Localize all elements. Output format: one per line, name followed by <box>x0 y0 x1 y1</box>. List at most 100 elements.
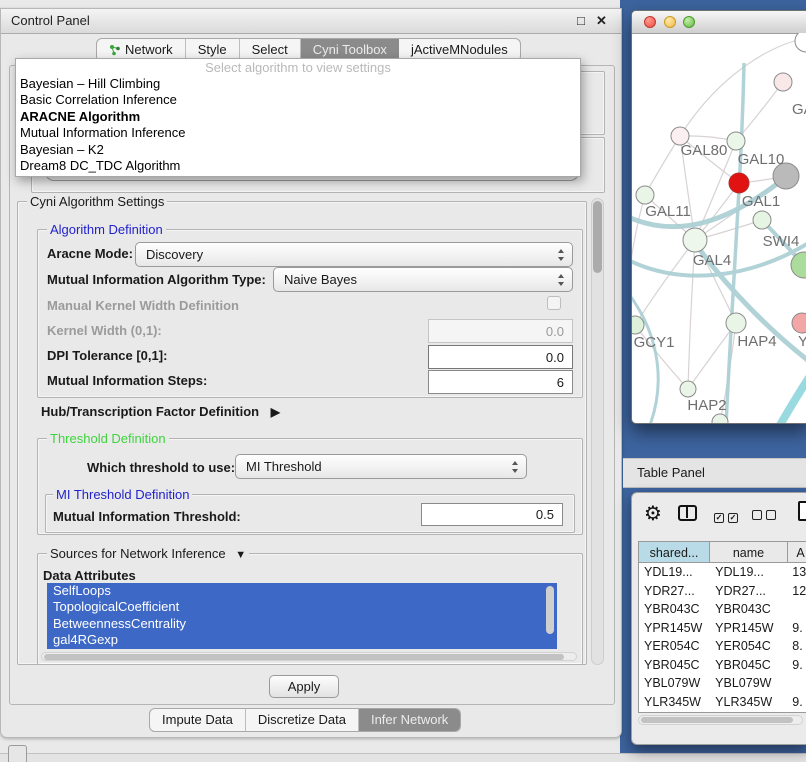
application-root: Control Panel □ ✕ Network Style Select C… <box>0 0 806 762</box>
column-header-name[interactable]: name <box>710 541 788 563</box>
list-item[interactable]: BetweennessCentrality <box>47 616 557 632</box>
mi-threshold-definition-title: MI Threshold Definition <box>53 487 192 502</box>
table-panel-window: ⚙ ✓✓ shared... name A YDL19...YDL19...13… <box>631 492 806 745</box>
select-all-icon[interactable]: ✓✓ <box>714 508 742 523</box>
float-window-icon[interactable]: □ <box>577 13 585 28</box>
tab-label: Discretize Data <box>258 709 346 731</box>
columns-icon[interactable] <box>678 505 697 521</box>
network-node[interactable] <box>727 132 745 150</box>
network-node[interactable] <box>680 381 696 397</box>
list-item[interactable]: gal4RGexp <box>47 632 557 648</box>
network-node[interactable] <box>753 211 771 229</box>
tab-infer-network[interactable]: Infer Network <box>359 709 460 731</box>
aracne-mode-combobox[interactable]: Discovery <box>135 242 573 267</box>
tab-impute-data[interactable]: Impute Data <box>150 709 246 731</box>
mi-steps-field[interactable]: 6 <box>428 370 573 394</box>
algorithm-option-highlighted[interactable]: ARACNE Algorithm <box>16 109 580 125</box>
algorithm-option[interactable]: Mutual Information Inference <box>16 125 580 141</box>
table-row[interactable]: YBL079WYBL079W <box>639 674 806 693</box>
algorithm-option[interactable]: Basic Correlation Inference <box>16 92 580 108</box>
table-row[interactable]: YBR045CYBR045C9. <box>639 656 806 675</box>
manual-kernel-width-checkbox[interactable] <box>547 296 561 310</box>
network-view-window[interactable]: GAL GAL80 GAL10 GAL1 GAL11 SWI4 GAL4 GCY… <box>631 10 806 424</box>
mi-algorithm-type-combobox[interactable]: Naive Bayes <box>273 267 573 292</box>
list-item[interactable]: TopologicalCoefficient <box>47 599 557 615</box>
minimized-panel-icon[interactable] <box>8 745 27 762</box>
list-horizontal-scrollbar[interactable] <box>41 652 577 661</box>
tab-label: Impute Data <box>162 709 233 731</box>
node-label: GAL11 <box>645 203 691 220</box>
apply-button-label: Apply <box>288 679 321 694</box>
table-horizontal-scrollbar[interactable] <box>638 715 803 725</box>
dpi-tolerance-field[interactable]: 0.0 <box>428 345 573 369</box>
node-label: GAL4 <box>693 252 731 269</box>
tab-discretize-data[interactable]: Discretize Data <box>246 709 359 731</box>
settings-scrollbar[interactable] <box>591 198 604 665</box>
cyni-algorithm-settings-title: Cyni Algorithm Settings <box>27 194 167 209</box>
aracne-mode-value: Discovery <box>146 247 203 262</box>
which-threshold-value: MI Threshold <box>246 459 322 474</box>
export-table-icon[interactable] <box>798 501 806 521</box>
close-window-icon[interactable]: ✕ <box>596 13 607 29</box>
table-row[interactable]: YER054CYER054C8. <box>639 637 806 656</box>
table-horizontal-scrollbar-thumb[interactable] <box>641 717 793 723</box>
table-row[interactable]: YPR145WYPR145W9. <box>639 619 806 638</box>
network-node-selected[interactable] <box>729 173 749 193</box>
table-row[interactable]: YDR27...YDR27...12 <box>639 582 806 601</box>
chevron-down-icon[interactable]: ▼ <box>235 549 246 561</box>
tab-label: Infer Network <box>371 709 448 731</box>
chevron-right-icon[interactable]: ▶ <box>271 405 280 419</box>
stepper-icon <box>557 273 566 287</box>
network-node[interactable] <box>795 33 806 52</box>
mi-threshold-value: 0.5 <box>536 507 554 522</box>
data-attributes-label: Data Attributes <box>43 568 136 583</box>
stepper-icon <box>557 248 566 262</box>
control-panel-window: Control Panel □ ✕ Network Style Select C… <box>0 8 622 738</box>
kernel-width-field: 0.0 <box>428 319 573 343</box>
column-header-partial[interactable]: A <box>788 541 806 563</box>
hub-definition-toggle[interactable]: Hub/Transcription Factor Definition ▶ <box>41 404 280 419</box>
dpi-tolerance-label: DPI Tolerance [0,1]: <box>47 348 167 363</box>
table-row[interactable]: YLR345WYLR345W9. <box>639 693 806 712</box>
table-row[interactable]: YBR043CYBR043C <box>639 600 806 619</box>
node-label: SWI4 <box>763 233 800 250</box>
column-header-shared-name[interactable]: shared... <box>638 541 710 563</box>
gear-icon[interactable]: ⚙ <box>644 501 662 525</box>
list-horizontal-scrollbar-thumb[interactable] <box>44 654 564 660</box>
table-row[interactable]: YDL19...YDL19...13 <box>639 563 806 582</box>
network-canvas[interactable]: GAL GAL80 GAL10 GAL1 GAL11 SWI4 GAL4 GCY… <box>632 33 806 423</box>
node-label: HAP4 <box>737 333 776 350</box>
close-traffic-light-icon[interactable] <box>644 16 656 28</box>
table-row[interactable]: YIL052CYIL052C9 <box>639 711 806 713</box>
table-panel-titlebar[interactable]: Table Panel <box>623 458 806 488</box>
settings-scrollbar-thumb[interactable] <box>593 201 602 273</box>
deselect-all-icon[interactable] <box>752 508 780 523</box>
node-label: GAL80 <box>681 142 728 159</box>
mi-threshold-field[interactable]: 0.5 <box>421 503 563 526</box>
control-panel-titlebar[interactable]: Control Panel □ ✕ <box>1 9 621 34</box>
list-scrollbar-thumb[interactable] <box>546 586 554 634</box>
zoom-traffic-light-icon[interactable] <box>683 16 695 28</box>
node-label: GAL <box>792 101 806 118</box>
which-threshold-combobox[interactable]: MI Threshold <box>235 454 527 479</box>
mi-steps-value: 6 <box>557 375 564 390</box>
algorithm-option[interactable]: Bayesian – K2 <box>16 142 580 158</box>
cyni-mode-tabbar: Impute Data Discretize Data Infer Networ… <box>149 708 461 732</box>
network-node[interactable] <box>774 73 792 91</box>
dropdown-placeholder: Select algorithm to view settings <box>16 59 580 76</box>
minimize-traffic-light-icon[interactable] <box>664 16 676 28</box>
dpi-tolerance-value: 0.0 <box>546 350 564 365</box>
network-node[interactable] <box>683 228 707 252</box>
list-item[interactable]: SelfLoops <box>47 583 557 599</box>
algorithm-option[interactable]: Dream8 DC_TDC Algorithm <box>16 158 580 174</box>
data-attributes-list[interactable]: SelfLoops TopologicalCoefficient Between… <box>47 583 557 649</box>
algorithm-option[interactable]: Bayesian – Hill Climbing <box>16 76 580 92</box>
network-node[interactable] <box>632 316 644 334</box>
network-node[interactable] <box>636 186 654 204</box>
network-node[interactable] <box>726 313 746 333</box>
sources-toggle[interactable]: Sources for Network Inference ▼ <box>47 546 249 561</box>
apply-button[interactable]: Apply <box>269 675 339 698</box>
network-node[interactable] <box>792 313 806 333</box>
network-window-titlebar[interactable] <box>632 11 806 34</box>
hub-definition-label: Hub/Transcription Factor Definition <box>41 404 259 419</box>
